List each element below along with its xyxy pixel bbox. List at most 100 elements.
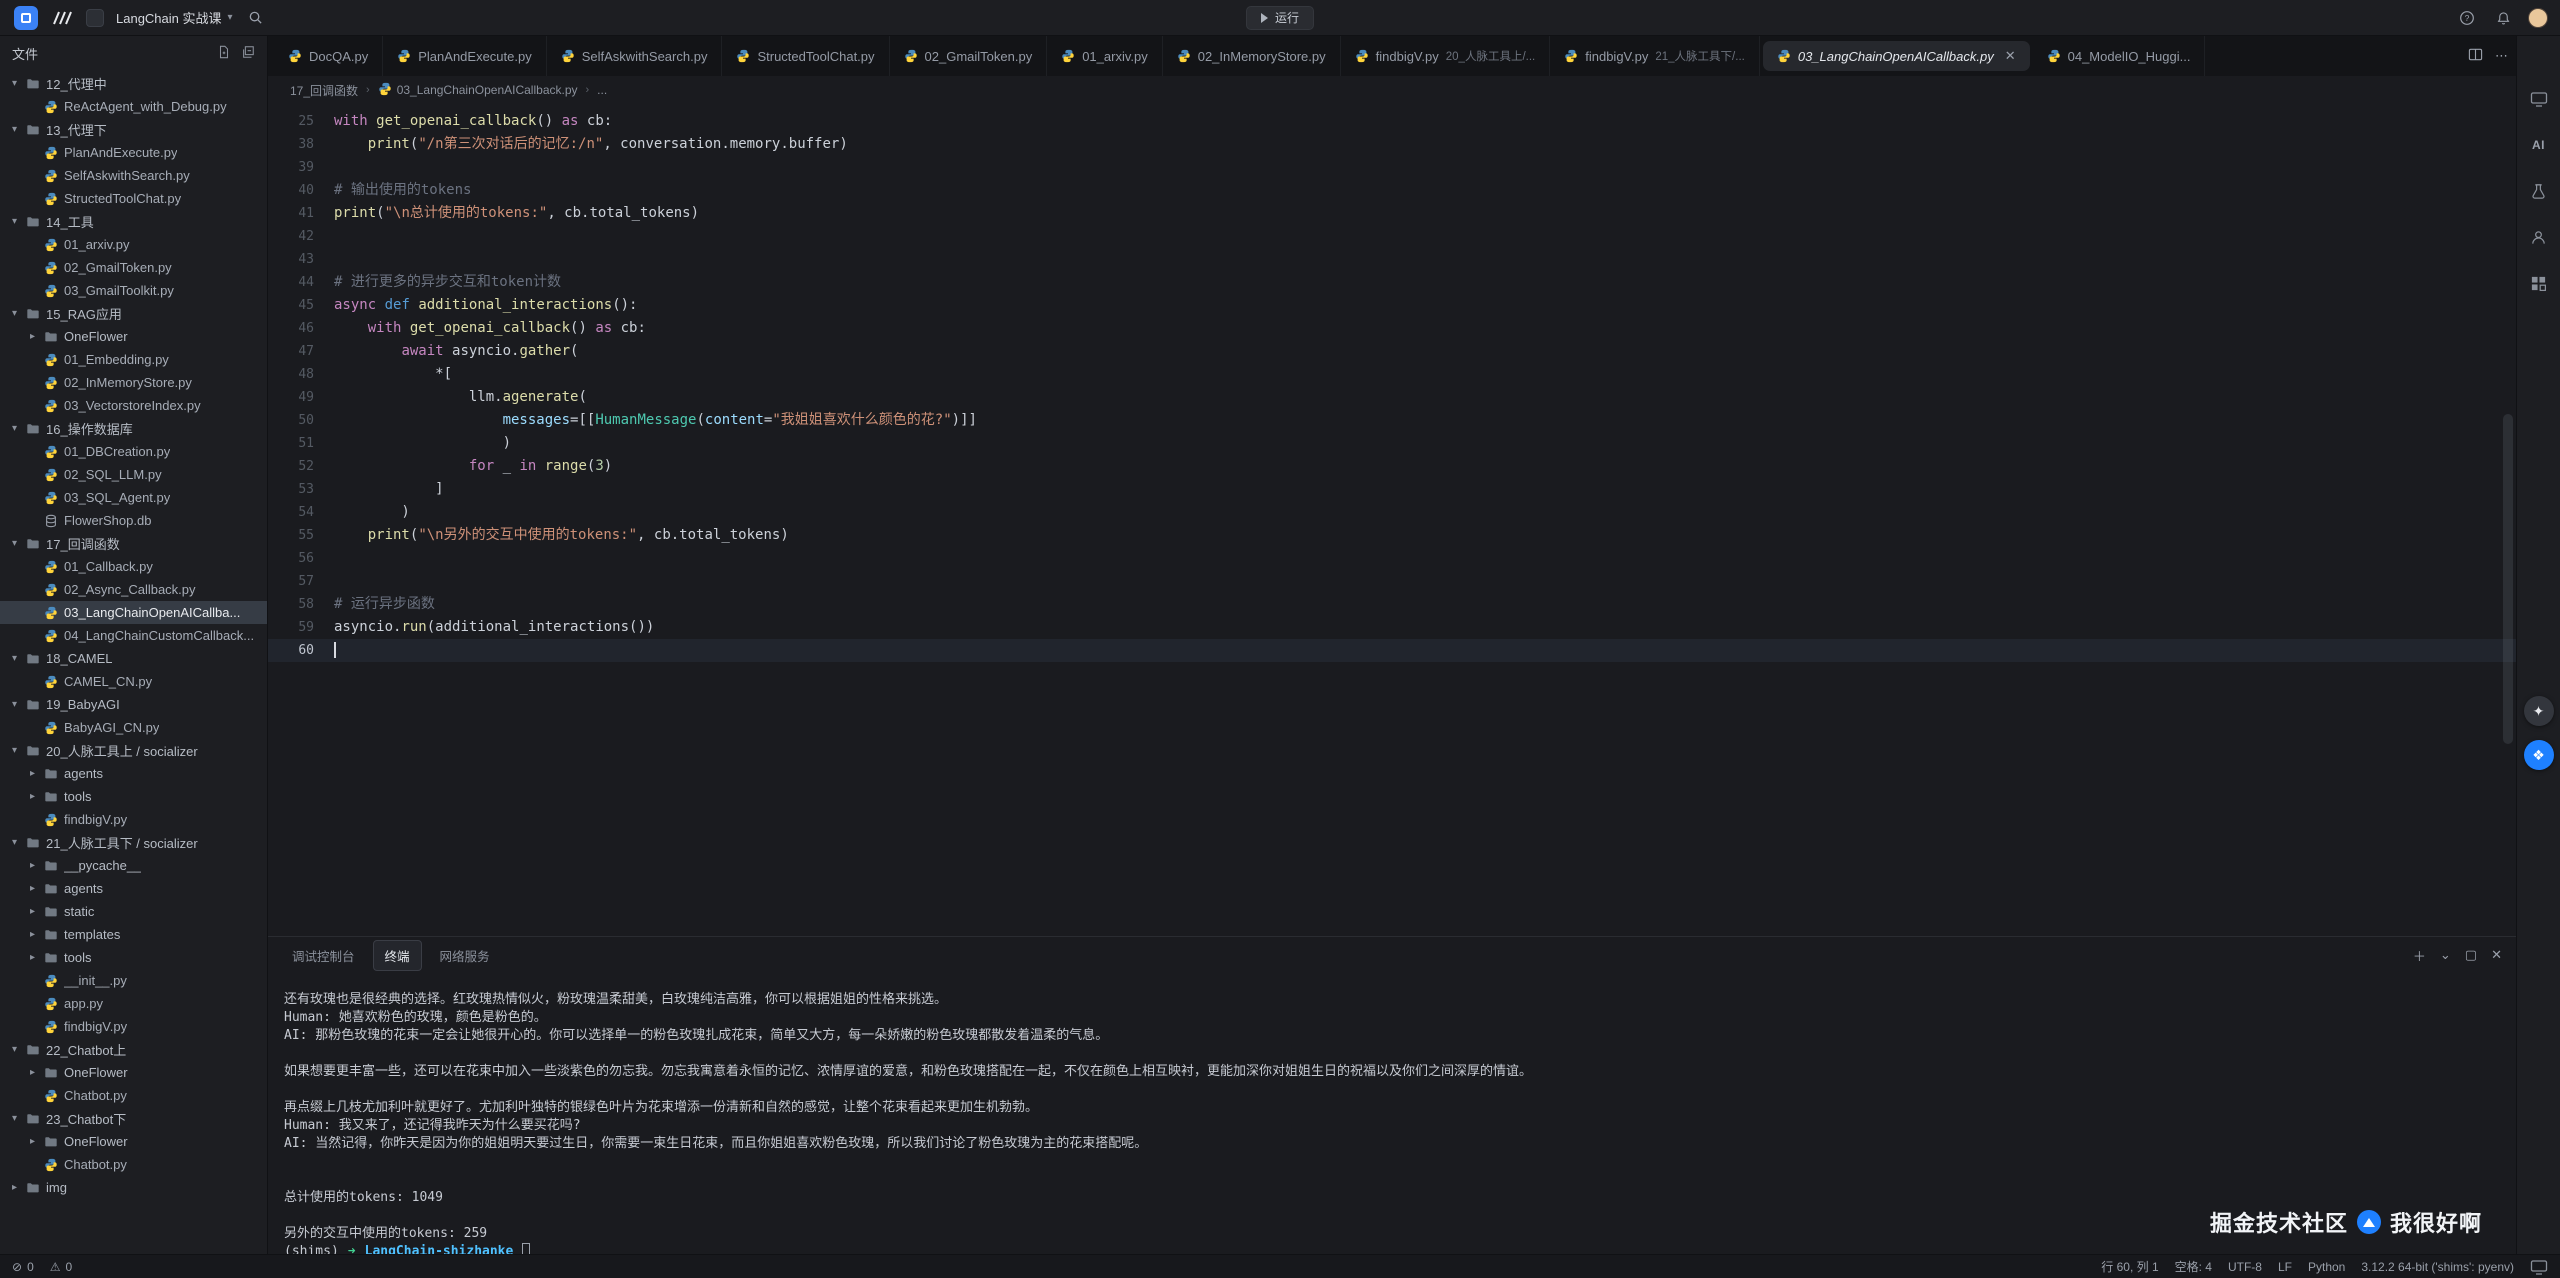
- code-line[interactable]: 41print("\n总计使用的tokens:", cb.total_token…: [268, 202, 2516, 225]
- collapse-all-icon[interactable]: [241, 45, 255, 62]
- tree-item[interactable]: 04_LangChainCustomCallback...: [0, 624, 267, 647]
- tree-item[interactable]: __init__.py: [0, 969, 267, 992]
- code-line[interactable]: 25with get_openai_callback() as cb:: [268, 110, 2516, 133]
- tree-item[interactable]: ▾23_Chatbot下: [0, 1107, 267, 1130]
- tree-item[interactable]: Chatbot.py: [0, 1084, 267, 1107]
- status-item[interactable]: UTF-8: [2228, 1260, 2262, 1274]
- tree-item[interactable]: SelfAskwithSearch.py: [0, 164, 267, 187]
- app-logo-icon[interactable]: [14, 6, 38, 30]
- breadcrumb-item[interactable]: 17_回调函数: [290, 82, 358, 99]
- status-item[interactable]: 行 60, 列 1: [2101, 1258, 2158, 1275]
- editor-tab[interactable]: PlanAndExecute.py: [383, 36, 546, 76]
- code-line[interactable]: 54 ): [268, 501, 2516, 524]
- tree-item[interactable]: CAMEL_CN.py: [0, 670, 267, 693]
- code-line[interactable]: 58# 运行异步函数: [268, 593, 2516, 616]
- tree-item[interactable]: ▸agents: [0, 762, 267, 785]
- code-line[interactable]: 59asyncio.run(additional_interactions()): [268, 616, 2516, 639]
- help-icon[interactable]: ?: [2456, 7, 2478, 29]
- editor-tab[interactable]: 01_arxiv.py: [1047, 36, 1163, 76]
- tree-item[interactable]: BabyAGI_CN.py: [0, 716, 267, 739]
- code-line[interactable]: 43: [268, 248, 2516, 271]
- code-line[interactable]: 48 *[: [268, 363, 2516, 386]
- plugin-badge-dark[interactable]: ✦: [2524, 696, 2554, 726]
- tree-item[interactable]: ▾12_代理中: [0, 72, 267, 95]
- tree-item[interactable]: ▾22_Chatbot上: [0, 1038, 267, 1061]
- terminal[interactable]: 还有玫瑰也是很经典的选择。红玫瑰热情似火，粉玫瑰温柔甜美，白玫瑰纯洁高雅，你可以…: [268, 973, 2516, 1254]
- tree-item[interactable]: 01_DBCreation.py: [0, 440, 267, 463]
- tree-item[interactable]: 01_Callback.py: [0, 555, 267, 578]
- tree-item[interactable]: ▸static: [0, 900, 267, 923]
- tree-item[interactable]: ▸tools: [0, 785, 267, 808]
- code-line[interactable]: 50 messages=[[HumanMessage(content="我姐姐喜…: [268, 409, 2516, 432]
- tree-item[interactable]: ▾16_操作数据库: [0, 417, 267, 440]
- tree-item[interactable]: ▾14_工具: [0, 210, 267, 233]
- code-line[interactable]: 51 ): [268, 432, 2516, 455]
- tree-item[interactable]: findbigV.py: [0, 1015, 267, 1038]
- plus-icon[interactable]: ＋: [2413, 946, 2426, 965]
- code-line[interactable]: 46 with get_openai_callback() as cb:: [268, 317, 2516, 340]
- tree-item[interactable]: ▸tools: [0, 946, 267, 969]
- tree-item[interactable]: 02_Async_Callback.py: [0, 578, 267, 601]
- tree-item[interactable]: Chatbot.py: [0, 1153, 267, 1176]
- tree-item[interactable]: ▾21_人脉工具下 / socializer: [0, 831, 267, 854]
- tree-item[interactable]: 02_SQL_LLM.py: [0, 463, 267, 486]
- tree-item[interactable]: ▸agents: [0, 877, 267, 900]
- code-line[interactable]: 38 print("/n第三次对话后的记忆:/n", conversation.…: [268, 133, 2516, 156]
- code-line[interactable]: 45async def additional_interactions():: [268, 294, 2516, 317]
- editor-tab[interactable]: 02_InMemoryStore.py: [1163, 36, 1341, 76]
- code-line[interactable]: 55 print("\n另外的交互中使用的tokens:", cb.total_…: [268, 524, 2516, 547]
- tree-item[interactable]: ▾19_BabyAGI: [0, 693, 267, 716]
- tree-item[interactable]: FlowerShop.db: [0, 509, 267, 532]
- tree-item[interactable]: 02_InMemoryStore.py: [0, 371, 267, 394]
- status-item[interactable]: Python: [2308, 1260, 2345, 1274]
- tree-item[interactable]: ▸__pycache__: [0, 854, 267, 877]
- panel-tab[interactable]: 调试控制台: [280, 940, 367, 971]
- editor-tab[interactable]: SelfAskwithSearch.py: [547, 36, 723, 76]
- beaker-icon[interactable]: [2526, 178, 2552, 204]
- tree-item[interactable]: 01_Embedding.py: [0, 348, 267, 371]
- tree-item[interactable]: ▸OneFlower: [0, 1130, 267, 1153]
- monitor-icon[interactable]: [2526, 86, 2552, 112]
- breadcrumb-item[interactable]: ...: [597, 83, 607, 97]
- account-icon[interactable]: [2526, 224, 2552, 250]
- user-avatar[interactable]: [2528, 8, 2548, 28]
- close-icon[interactable]: ✕: [2491, 947, 2502, 963]
- code-line[interactable]: 56: [268, 547, 2516, 570]
- new-file-icon[interactable]: [217, 45, 231, 62]
- tree-item[interactable]: ReActAgent_with_Debug.py: [0, 95, 267, 118]
- code-line[interactable]: 42: [268, 225, 2516, 248]
- tree-item[interactable]: 03_LangChainOpenAICallba...: [0, 601, 267, 624]
- ai-icon[interactable]: AI: [2526, 132, 2552, 158]
- editor-tab[interactable]: findbigV.py20_人脉工具上/...: [1341, 36, 1551, 76]
- monitor-icon[interactable]: [2530, 1258, 2548, 1276]
- tree-item[interactable]: ▸templates: [0, 923, 267, 946]
- warning-icon[interactable]: ⚠0: [50, 1260, 72, 1274]
- tree-item[interactable]: 01_arxiv.py: [0, 233, 267, 256]
- editor-tab[interactable]: StructedToolChat.py: [722, 36, 889, 76]
- editor-tab[interactable]: 02_GmailToken.py: [890, 36, 1048, 76]
- code-line[interactable]: 49 llm.agenerate(: [268, 386, 2516, 409]
- breadcrumb-item[interactable]: 03_LangChainOpenAICallback.py: [378, 82, 578, 99]
- tree-item[interactable]: ▾15_RAG应用: [0, 302, 267, 325]
- run-button[interactable]: 运行: [1246, 6, 1314, 30]
- tree-item[interactable]: app.py: [0, 992, 267, 1015]
- tree-item[interactable]: ▾20_人脉工具上 / socializer: [0, 739, 267, 762]
- more-actions-icon[interactable]: ⋯: [2495, 48, 2508, 64]
- status-item[interactable]: LF: [2278, 1260, 2292, 1274]
- tree-item[interactable]: 03_VectorstoreIndex.py: [0, 394, 267, 417]
- editor-tab[interactable]: findbigV.py21_人脉工具下/...: [1550, 36, 1760, 76]
- editor-tab[interactable]: DocQA.py: [274, 36, 383, 76]
- panel-tab[interactable]: 网络服务: [428, 940, 502, 971]
- code-line[interactable]: 47 await asyncio.gather(: [268, 340, 2516, 363]
- status-item[interactable]: 空格: 4: [2175, 1258, 2212, 1275]
- status-item[interactable]: 3.12.2 64-bit ('shims': pyenv): [2361, 1260, 2514, 1274]
- tree-item[interactable]: StructedToolChat.py: [0, 187, 267, 210]
- split-editor-icon[interactable]: [2468, 47, 2483, 65]
- tree-item[interactable]: findbigV.py: [0, 808, 267, 831]
- code-line[interactable]: 53 ]: [268, 478, 2516, 501]
- code-line[interactable]: 57: [268, 570, 2516, 593]
- tree-item[interactable]: 03_SQL_Agent.py: [0, 486, 267, 509]
- chevron-down-icon[interactable]: ⌄: [2440, 947, 2451, 963]
- search-icon[interactable]: [245, 7, 267, 29]
- code-line[interactable]: 52 for _ in range(3): [268, 455, 2516, 478]
